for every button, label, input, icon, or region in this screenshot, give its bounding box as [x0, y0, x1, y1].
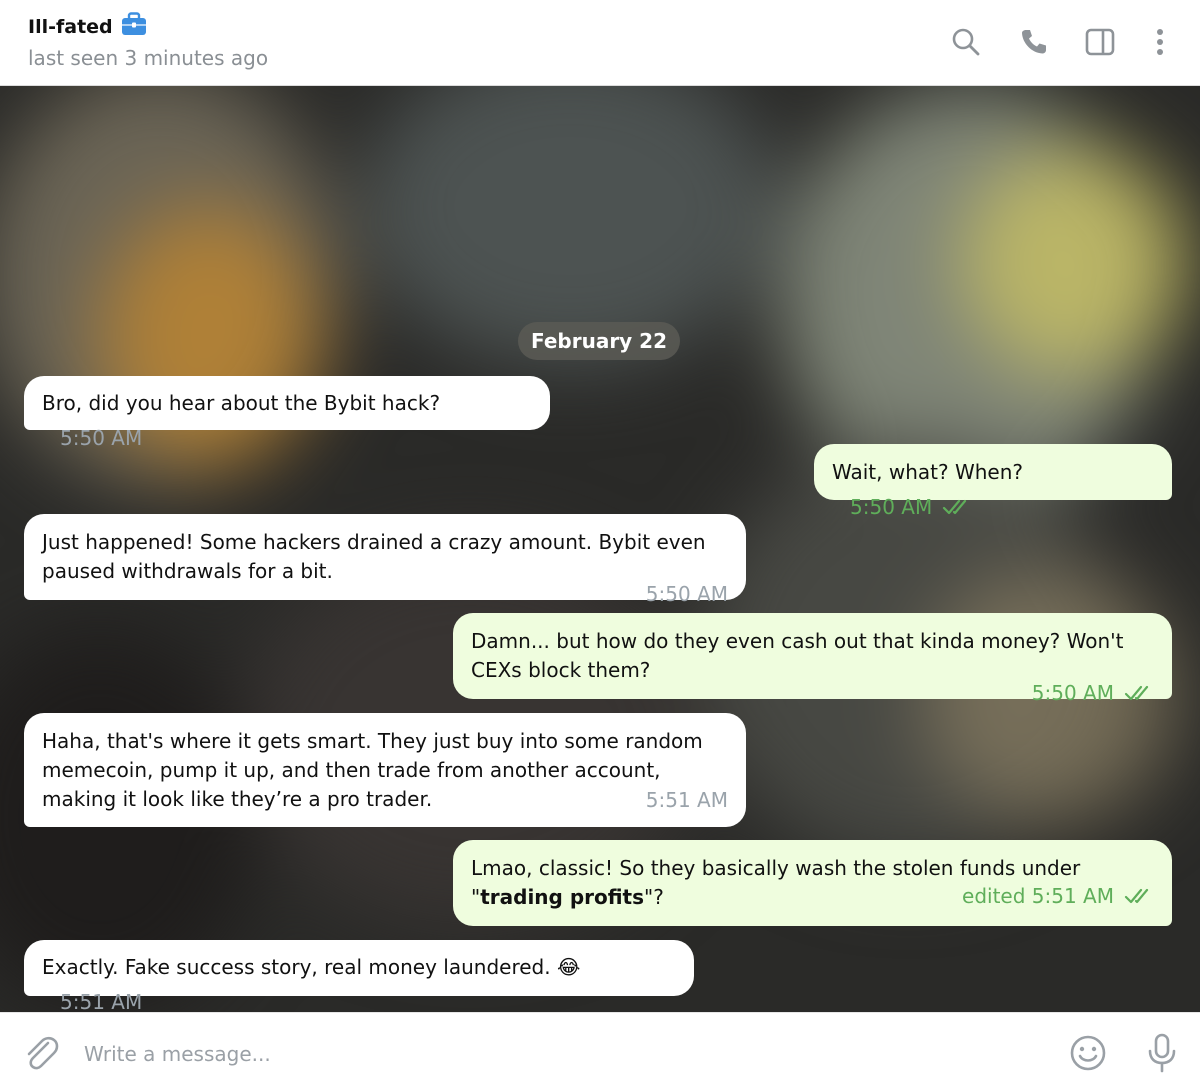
- message-outgoing[interactable]: Lmao, classic! So they basically wash th…: [453, 840, 1172, 926]
- message-text: Damn... but how do they even cash out th…: [471, 629, 1124, 682]
- message-meta: 5:51 AM: [60, 990, 142, 1012]
- message-timestamp: 5:50 AM: [850, 495, 933, 519]
- message-incoming[interactable]: Bro, did you hear about the Bybit hack? …: [24, 376, 550, 450]
- message-text: Haha, that's where it gets smart. They j…: [42, 729, 703, 811]
- briefcase-icon: [121, 12, 147, 41]
- message-meta: 5:50 AM: [646, 582, 728, 606]
- date-separator: February 22: [518, 322, 680, 360]
- message-timestamp: edited 5:51 AM: [962, 884, 1114, 908]
- message-outgoing[interactable]: Wait, what? When? 5:50 AM: [814, 444, 1172, 519]
- message-text: Exactly. Fake success story, real money …: [42, 955, 551, 979]
- message-timestamp: 5:51 AM: [645, 788, 728, 812]
- message-timestamp: 5:50 AM: [645, 582, 728, 606]
- phone-icon[interactable]: [1014, 22, 1054, 62]
- message-meta: 5:50 AM: [850, 495, 972, 519]
- message-incoming[interactable]: Haha, that's where it gets smart. They j…: [24, 713, 746, 827]
- message-timestamp: 5:50 AM: [60, 426, 143, 450]
- search-icon[interactable]: [946, 22, 986, 62]
- chat-area[interactable]: February 22 Bro, did you hear about the …: [0, 86, 1200, 1012]
- contact-status: last seen 3 minutes ago: [28, 46, 269, 70]
- message-text: Wait, what? When?: [832, 460, 1024, 484]
- message-text: Just happened! Some hackers drained a cr…: [42, 530, 706, 583]
- more-vertical-icon[interactable]: [1140, 22, 1180, 62]
- microphone-icon[interactable]: [1140, 1031, 1184, 1075]
- message-timestamp: 5:51 AM: [60, 990, 143, 1012]
- contact-name[interactable]: Ill-fated: [28, 16, 113, 38]
- message-composer: [0, 1012, 1200, 1092]
- double-check-icon: [943, 499, 967, 515]
- sidebar-toggle-icon[interactable]: [1080, 22, 1120, 62]
- contact-name-row[interactable]: Ill-fated: [28, 12, 147, 41]
- message-meta: 5:50 AM: [1032, 681, 1154, 705]
- chat-header: Ill-fated last seen 3 minutes ago: [0, 0, 1200, 86]
- laughing-emoji-icon: 😂: [556, 955, 581, 979]
- message-text-after: "?: [644, 885, 664, 909]
- message-incoming[interactable]: Exactly. Fake success story, real money …: [24, 940, 694, 1012]
- message-text: Bro, did you hear about the Bybit hack?: [42, 391, 441, 415]
- double-check-icon: [1124, 685, 1149, 701]
- emoji-icon[interactable]: [1066, 1031, 1110, 1075]
- message-timestamp: 5:50 AM: [1031, 681, 1114, 705]
- message-incoming[interactable]: Just happened! Some hackers drained a cr…: [24, 514, 746, 606]
- message-time: 5:50 AM: [60, 426, 142, 450]
- message-meta: edited 5:51 AM: [962, 884, 1154, 908]
- message-text-bold: trading profits: [480, 885, 645, 909]
- message-input[interactable]: [82, 1033, 986, 1075]
- message-meta: 5:51 AM: [646, 788, 728, 812]
- double-check-icon: [1124, 888, 1149, 904]
- message-outgoing[interactable]: Damn... but how do they even cash out th…: [453, 613, 1172, 705]
- paperclip-icon[interactable]: [18, 1031, 62, 1075]
